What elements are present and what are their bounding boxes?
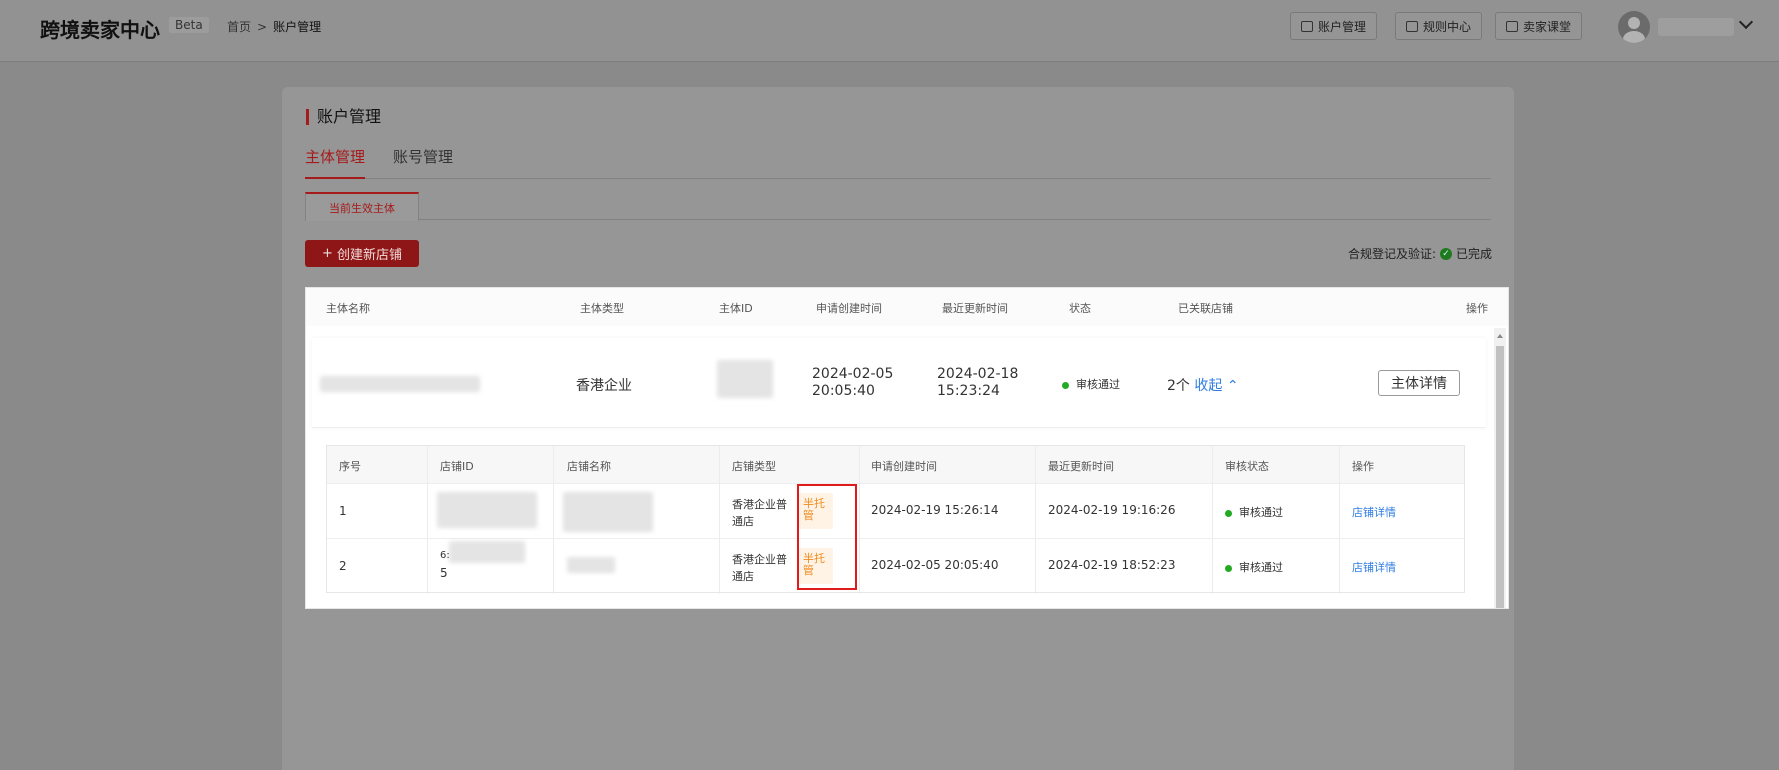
chevron-up-icon[interactable]: ⌃: [1227, 378, 1239, 394]
store-updated: 2024-02-19 19:16:26: [1048, 503, 1176, 517]
store-id-line1: 6:: [440, 550, 450, 561]
entity-updated-date: 2024-02-18: [937, 366, 1019, 382]
st-col-review-status: 审核状态: [1225, 460, 1269, 473]
table-row: 1 香港企业普 通店 半托 管 2024-02-19 15:26:14 2024…: [327, 483, 1464, 538]
entity-id-redacted: [717, 360, 773, 398]
col-created-time: 申请创建时间: [816, 302, 882, 315]
store-created: 2024-02-19 15:26:14: [871, 503, 999, 517]
col-entity-name: 主体名称: [326, 302, 370, 315]
compliance-status: 合规登记及验证: ✓ 已完成: [1348, 245, 1492, 262]
st-col-created: 申请创建时间: [871, 460, 937, 473]
col-linked-stores: 已关联店铺: [1178, 302, 1233, 315]
account-management-label: 账户管理: [1318, 19, 1367, 34]
collapse-link[interactable]: 收起: [1194, 378, 1222, 394]
compliance-value: 已完成: [1455, 247, 1492, 261]
store-detail-link[interactable]: 店铺详情: [1352, 559, 1396, 575]
username-redacted[interactable]: [1658, 18, 1734, 36]
breadcrumb-home[interactable]: 首页: [227, 20, 251, 34]
highlight-box: [797, 484, 857, 590]
store-type-line2: 通店: [732, 570, 754, 583]
table-row: 2 6: 5 香港企业普 通店 半托 管 2024-02-05 20:05:40…: [327, 538, 1464, 593]
linked-stores: 2个 收起 ⌃: [1167, 375, 1239, 395]
page-title: 账户管理: [306, 109, 381, 125]
create-store-label: 创建新店铺: [336, 248, 402, 263]
compliance-label: 合规登记及验证:: [1347, 247, 1436, 261]
entity-table-card: 主体名称 主体类型 主体ID 申请创建时间 最近更新时间 状态 已关联店铺 操作…: [306, 288, 1508, 608]
st-col-store-name: 店铺名称: [567, 460, 611, 473]
breadcrumb-separator: >: [257, 20, 268, 34]
store-type-line1: 香港企业普: [732, 498, 787, 511]
store-id-line2: 5: [440, 566, 448, 580]
store-type-line2: 通店: [732, 515, 754, 528]
store-type-line1: 香港企业普: [732, 553, 787, 566]
top-bar: 跨境卖家中心 Beta 首页 > 账户管理 账户管理 规则中心 卖家课堂: [0, 0, 1779, 62]
store-review-status-label: 审核通过: [1239, 506, 1283, 519]
account-icon: [1301, 20, 1313, 32]
tab-entity-management[interactable]: 主体管理: [305, 147, 366, 179]
store-id-redacted: [437, 492, 537, 528]
rules-icon: [1406, 20, 1418, 32]
entity-status: 审核通过: [1062, 376, 1120, 392]
row-index: 1: [339, 504, 347, 518]
col-updated-time: 最近更新时间: [942, 302, 1008, 315]
plus-icon: +: [322, 246, 333, 261]
entity-type: 香港企业: [576, 378, 632, 394]
st-col-store-type: 店铺类型: [732, 460, 776, 473]
entity-name-redacted: [320, 376, 480, 392]
scrollbar-thumb[interactable]: [1496, 346, 1504, 608]
beta-badge: Beta: [169, 17, 209, 33]
entity-status-label: 审核通过: [1076, 378, 1120, 391]
store-review-status: 审核通过: [1225, 504, 1283, 520]
tab-bar: 主体管理 账号管理: [305, 147, 1491, 179]
linked-stores-count: 2个: [1167, 378, 1190, 394]
card-scrollbar[interactable]: [1494, 328, 1506, 608]
entity-row: 香港企业 2024-02-05 20:05:40 2024-02-18 15:2…: [312, 338, 1486, 428]
seller-class-button[interactable]: 卖家课堂: [1495, 12, 1583, 40]
tab-account-management[interactable]: 账号管理: [393, 147, 453, 179]
store-review-status: 审核通过: [1225, 559, 1283, 575]
entity-table-header: 主体名称 主体类型 主体ID 申请创建时间 最近更新时间 状态 已关联店铺 操作: [306, 288, 1508, 326]
status-dot-icon: [1225, 509, 1232, 517]
row-index: 2: [339, 559, 347, 573]
col-actions: 操作: [1466, 302, 1488, 315]
store-id-redacted: [449, 541, 525, 563]
entity-updated-time: 15:23:24: [937, 383, 1000, 399]
book-icon: [1506, 20, 1518, 32]
status-dot-icon: [1225, 564, 1232, 572]
seller-class-label: 卖家课堂: [1523, 19, 1572, 34]
store-name-redacted: [567, 557, 615, 573]
entity-created-date: 2024-02-05: [812, 366, 894, 382]
store-table: 序号 店铺ID 店铺名称 店铺类型 申请创建时间 最近更新时间 审核状态 操作 …: [326, 445, 1465, 594]
col-entity-type: 主体类型: [580, 302, 624, 315]
subtab-bar: 当前生效主体: [305, 192, 1491, 221]
create-store-button[interactable]: + 创建新店铺: [305, 240, 419, 267]
store-table-header: 序号 店铺ID 店铺名称 店铺类型 申请创建时间 最近更新时间 审核状态 操作: [327, 446, 1464, 483]
rules-center-label: 规则中心: [1423, 19, 1472, 34]
st-col-updated: 最近更新时间: [1048, 460, 1114, 473]
subtab-current-entity[interactable]: 当前生效主体: [305, 192, 419, 221]
st-col-store-id: 店铺ID: [440, 460, 474, 473]
st-col-index: 序号: [339, 460, 361, 473]
store-detail-link[interactable]: 店铺详情: [1352, 504, 1396, 520]
breadcrumb-current: 账户管理: [273, 20, 322, 34]
store-review-status-label: 审核通过: [1239, 561, 1283, 574]
brand-title[interactable]: 跨境卖家中心: [40, 14, 160, 43]
store-updated: 2024-02-19 18:52:23: [1048, 558, 1176, 572]
rules-center-button[interactable]: 规则中心: [1395, 12, 1483, 40]
chevron-down-icon[interactable]: [1738, 14, 1754, 30]
account-management-button[interactable]: 账户管理: [1290, 12, 1378, 40]
entity-created-time: 20:05:40: [812, 383, 875, 399]
col-status: 状态: [1069, 302, 1091, 315]
scroll-up-icon[interactable]: [1497, 334, 1503, 338]
status-dot-icon: [1062, 381, 1069, 389]
avatar[interactable]: [1618, 11, 1650, 43]
st-col-actions: 操作: [1352, 460, 1374, 473]
breadcrumb: 首页 > 账户管理: [227, 18, 321, 35]
col-entity-id: 主体ID: [719, 302, 753, 315]
check-circle-icon: ✓: [1439, 247, 1452, 260]
store-created: 2024-02-05 20:05:40: [871, 558, 999, 572]
store-name-redacted: [563, 492, 653, 532]
entity-detail-button[interactable]: 主体详情: [1378, 370, 1460, 396]
